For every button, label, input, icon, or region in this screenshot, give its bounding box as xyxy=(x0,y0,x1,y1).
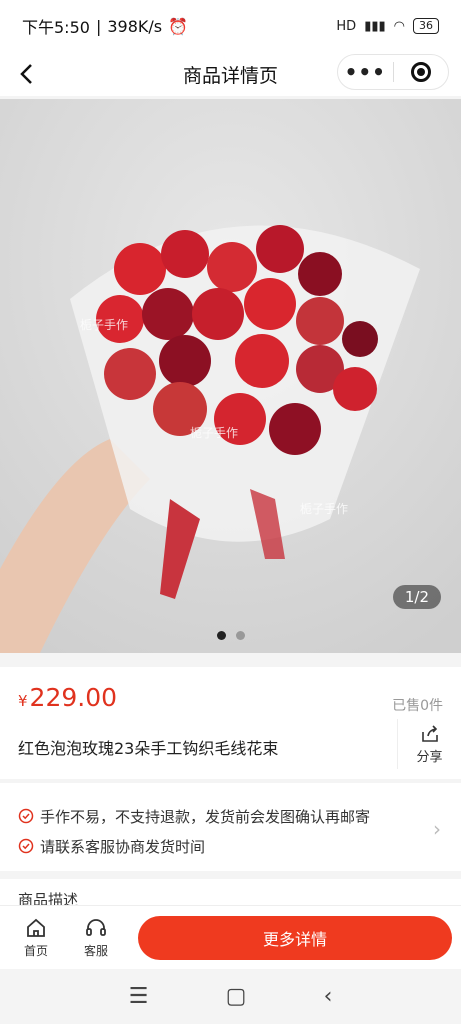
carousel-dots xyxy=(0,631,461,640)
more-button[interactable]: ••• xyxy=(338,60,393,84)
currency-symbol: ¥ xyxy=(18,692,28,710)
status-right: HD ▮▮▮ ◠ 36 xyxy=(336,18,439,34)
battery-icon: 36 xyxy=(413,18,439,34)
nav-bar: 商品详情页 ••• xyxy=(0,52,461,96)
headset-icon xyxy=(86,919,106,936)
wifi-icon: ◠ xyxy=(393,18,405,34)
status-divider: | xyxy=(95,16,102,36)
product-title: 红色泡泡玫瑰23朵手工钩织毛线花束 xyxy=(18,739,279,758)
check-circle-icon xyxy=(18,838,34,854)
price-section: ¥ 229.00 已售0件 红色泡泡玫瑰23朵手工钩织毛线花束 分享 xyxy=(0,667,461,779)
notice-item: 手作不易，不支持退款，发货前会发图确认再邮寄 xyxy=(18,801,443,831)
customer-service-button[interactable]: 客服 xyxy=(66,916,126,959)
network-speed: 398K/s xyxy=(107,16,163,36)
home-icon xyxy=(27,918,45,937)
watermark: 栀子手作 xyxy=(300,502,348,516)
sold-count: 已售0件 xyxy=(392,698,443,714)
mini-program-capsule: ••• xyxy=(337,54,449,90)
watermark: 栀子手作 xyxy=(190,426,238,440)
check-circle-icon xyxy=(18,808,34,824)
status-bar: 下午5:50 | 398K/s ⏰ HD ▮▮▮ ◠ 36 xyxy=(0,0,461,52)
image-page-indicator: 1/2 xyxy=(392,585,441,609)
home-square-icon[interactable]: ▢ xyxy=(226,984,247,1009)
status-left: 下午5:50 | 398K/s ⏰ xyxy=(22,14,188,38)
share-button[interactable]: 分享 xyxy=(397,719,461,769)
system-navigation-bar: ☰ ▢ ‹ xyxy=(0,969,461,1024)
bottom-action-bar: 首页 客服 更多详情 xyxy=(0,905,461,969)
chevron-left-icon xyxy=(20,64,32,84)
chevron-right-icon: › xyxy=(433,817,441,841)
product-price: ¥ 229.00 xyxy=(18,683,117,712)
share-icon xyxy=(421,724,438,742)
more-details-button[interactable]: 更多详情 xyxy=(138,916,452,960)
menu-icon[interactable]: ☰ xyxy=(129,984,149,1009)
service-notice[interactable]: 手作不易，不支持退款，发货前会发图确认再邮寄 请联系客服协商发货时间 › xyxy=(0,783,461,871)
alarm-icon: ⏰ xyxy=(168,16,189,36)
signal-label: HD xyxy=(336,18,357,34)
product-image-gallery[interactable]: 栀子手作 栀子手作 栀子手作 1/2 xyxy=(0,99,461,653)
back-triangle-icon[interactable]: ‹ xyxy=(324,984,333,1009)
target-icon xyxy=(410,62,431,82)
watermark: 栀子手作 xyxy=(80,318,128,332)
notice-text: 手作不易，不支持退款，发货前会发图确认再邮寄 xyxy=(40,807,371,826)
service-label: 客服 xyxy=(83,944,108,958)
share-label: 分享 xyxy=(416,749,443,765)
home-button[interactable]: 首页 xyxy=(6,916,66,959)
price-value: 229.00 xyxy=(29,683,118,712)
product-image: 栀子手作 栀子手作 栀子手作 xyxy=(0,99,461,653)
carousel-dot[interactable] xyxy=(235,631,245,640)
notice-text: 请联系客服协商发货时间 xyxy=(40,837,206,856)
back-button[interactable] xyxy=(14,60,42,88)
carousel-dot-active[interactable] xyxy=(216,631,226,640)
signal-icon: ▮▮▮ xyxy=(364,18,386,34)
notice-item: 请联系客服协商发货时间 xyxy=(18,831,443,861)
home-label: 首页 xyxy=(23,944,48,958)
status-time: 下午5:50 xyxy=(22,18,90,37)
close-button[interactable] xyxy=(394,62,449,82)
page-title: 商品详情页 xyxy=(182,64,278,87)
